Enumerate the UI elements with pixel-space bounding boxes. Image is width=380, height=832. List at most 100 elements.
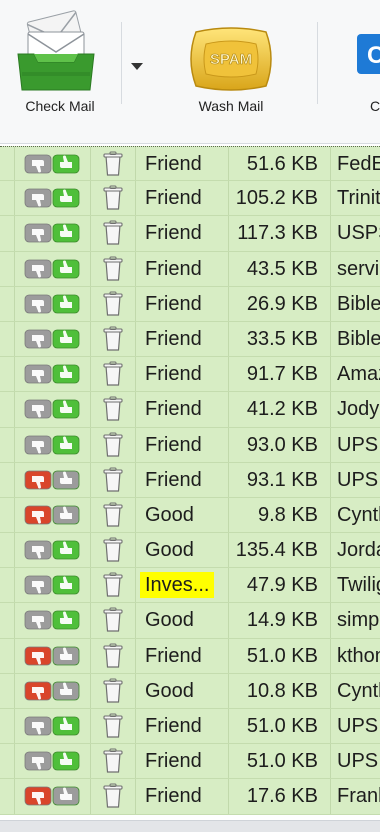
trash-icon[interactable] bbox=[102, 185, 124, 211]
spam-vote-toggle[interactable] bbox=[24, 645, 80, 667]
column-divider bbox=[228, 321, 229, 357]
trash-icon[interactable] bbox=[102, 572, 124, 598]
check-mail-label: Check Mail bbox=[25, 98, 95, 114]
trash-icon[interactable] bbox=[102, 467, 124, 493]
message-row[interactable]: Friend 43.5 KB service bbox=[0, 251, 380, 287]
message-row[interactable]: Friend 93.0 KB UPS bbox=[0, 427, 380, 463]
message-row[interactable]: Inves... 47.9 KB Twilight bbox=[0, 568, 380, 604]
column-divider bbox=[14, 638, 15, 673]
spam-vote-toggle[interactable] bbox=[24, 609, 80, 631]
spam-vote-toggle[interactable] bbox=[24, 258, 80, 280]
thumbs-up-icon[interactable] bbox=[24, 364, 80, 389]
thumbs-up-icon[interactable] bbox=[24, 611, 80, 635]
spam-vote-toggle[interactable] bbox=[24, 434, 80, 456]
check-mail-button[interactable]: Check Mail bbox=[0, 0, 120, 144]
spam-vote-toggle[interactable] bbox=[24, 328, 80, 350]
thumbs-up-icon[interactable] bbox=[24, 329, 80, 354]
thumbs-up-icon[interactable] bbox=[24, 399, 80, 424]
thumbs-up-icon[interactable] bbox=[24, 716, 80, 741]
column-divider bbox=[14, 568, 15, 603]
column-divider bbox=[135, 638, 136, 673]
trash-icon[interactable] bbox=[102, 432, 124, 458]
message-row[interactable]: Friend 117.3 KB USPS bbox=[0, 216, 380, 252]
message-row[interactable]: Friend 105.2 KB Trinity bbox=[0, 181, 380, 217]
trash-icon[interactable] bbox=[102, 678, 124, 704]
message-row[interactable]: Good 14.9 KB simple bbox=[0, 603, 380, 639]
thumbs-down-icon[interactable] bbox=[24, 470, 80, 495]
message-row[interactable]: Good 135.4 KB Jordan bbox=[0, 533, 380, 569]
thumbs-down-icon[interactable] bbox=[24, 786, 80, 811]
message-row[interactable]: Good 10.8 KB Cynthia bbox=[0, 673, 380, 709]
spam-vote-toggle[interactable] bbox=[24, 398, 80, 420]
spam-vote-toggle[interactable] bbox=[24, 715, 80, 737]
column-divider bbox=[135, 286, 136, 321]
column-divider bbox=[228, 251, 229, 286]
column-divider bbox=[135, 357, 136, 392]
spam-vote-toggle[interactable] bbox=[24, 750, 80, 772]
message-row[interactable]: Friend 51.0 KB UPS bbox=[0, 744, 380, 780]
column-divider bbox=[228, 673, 229, 708]
thumbs-up-icon[interactable] bbox=[24, 259, 80, 284]
trash-icon[interactable] bbox=[102, 713, 124, 739]
trash-icon[interactable] bbox=[102, 502, 124, 528]
trash-icon[interactable] bbox=[102, 151, 124, 177]
message-row[interactable]: Friend 41.2 KB Jody bbox=[0, 392, 380, 428]
thumbs-up-icon[interactable] bbox=[24, 435, 80, 460]
third-toolbar-button[interactable]: C C bbox=[340, 0, 380, 144]
trash-icon[interactable] bbox=[102, 291, 124, 317]
thumbs-up-icon[interactable] bbox=[24, 751, 80, 776]
thumbs-up-icon[interactable] bbox=[24, 223, 80, 248]
thumbs-up-icon[interactable] bbox=[24, 575, 80, 600]
trash-icon[interactable] bbox=[102, 607, 124, 633]
spam-vote-toggle[interactable] bbox=[24, 222, 80, 244]
sender-cell: Twilight bbox=[337, 574, 380, 597]
trash-icon[interactable] bbox=[102, 361, 124, 387]
trash-icon[interactable] bbox=[102, 256, 124, 282]
thumbs-up-icon[interactable] bbox=[24, 294, 80, 319]
thumbs-down-icon[interactable] bbox=[24, 505, 80, 530]
thumbs-down-icon[interactable] bbox=[24, 681, 80, 706]
spam-vote-toggle[interactable] bbox=[24, 785, 80, 807]
thumbs-down-icon[interactable] bbox=[24, 646, 80, 671]
trash-icon[interactable] bbox=[102, 220, 124, 246]
message-row[interactable]: Good 9.8 KB Cynthia bbox=[0, 497, 380, 534]
message-row[interactable]: Friend 51.6 KB FedEx bbox=[0, 146, 380, 182]
thumbs-up-icon[interactable] bbox=[24, 154, 80, 179]
spam-vote-toggle[interactable] bbox=[24, 469, 80, 491]
column-divider bbox=[14, 709, 15, 744]
size-cell: 43.5 KB bbox=[246, 257, 318, 280]
message-row[interactable]: Friend 93.1 KB UPS bbox=[0, 462, 380, 498]
check-mail-dropdown-icon[interactable] bbox=[126, 56, 148, 76]
trash-icon[interactable] bbox=[102, 748, 124, 774]
spam-vote-toggle[interactable] bbox=[24, 363, 80, 385]
spam-vote-toggle[interactable] bbox=[24, 680, 80, 702]
sender-cell: Bible bbox=[337, 292, 380, 315]
horizontal-scrollbar[interactable] bbox=[0, 820, 380, 832]
message-row[interactable]: Friend 26.9 KB Bible bbox=[0, 286, 380, 322]
wash-mail-button[interactable]: SPAM Wash Mail bbox=[170, 0, 292, 144]
message-row[interactable]: Friend 51.0 KB UPS bbox=[0, 709, 380, 745]
column-divider bbox=[228, 181, 229, 216]
message-row[interactable]: Friend 91.7 KB Amazon bbox=[0, 357, 380, 393]
spam-vote-toggle[interactable] bbox=[24, 187, 80, 209]
trash-icon[interactable] bbox=[102, 643, 124, 669]
message-row[interactable]: Friend 33.5 KB Bible bbox=[0, 321, 380, 358]
column-divider bbox=[330, 603, 331, 638]
spam-vote-toggle[interactable] bbox=[24, 504, 80, 526]
trash-icon[interactable] bbox=[102, 326, 124, 352]
spam-vote-toggle[interactable] bbox=[24, 153, 80, 175]
spam-vote-toggle[interactable] bbox=[24, 574, 80, 596]
sender-cell: service bbox=[337, 257, 380, 280]
message-row[interactable]: Friend 17.6 KB Frank bbox=[0, 779, 380, 815]
column-divider bbox=[228, 779, 229, 814]
trash-icon[interactable] bbox=[102, 396, 124, 422]
sender-cell: Cynthia bbox=[337, 679, 380, 702]
thumbs-up-icon[interactable] bbox=[24, 540, 80, 565]
message-row[interactable]: Friend 51.0 KB kthomas bbox=[0, 638, 380, 674]
thumbs-up-icon[interactable] bbox=[24, 188, 80, 213]
trash-icon[interactable] bbox=[102, 783, 124, 809]
trash-icon[interactable] bbox=[102, 537, 124, 563]
spam-vote-toggle[interactable] bbox=[24, 539, 80, 561]
column-divider bbox=[330, 357, 331, 392]
spam-vote-toggle[interactable] bbox=[24, 293, 80, 315]
